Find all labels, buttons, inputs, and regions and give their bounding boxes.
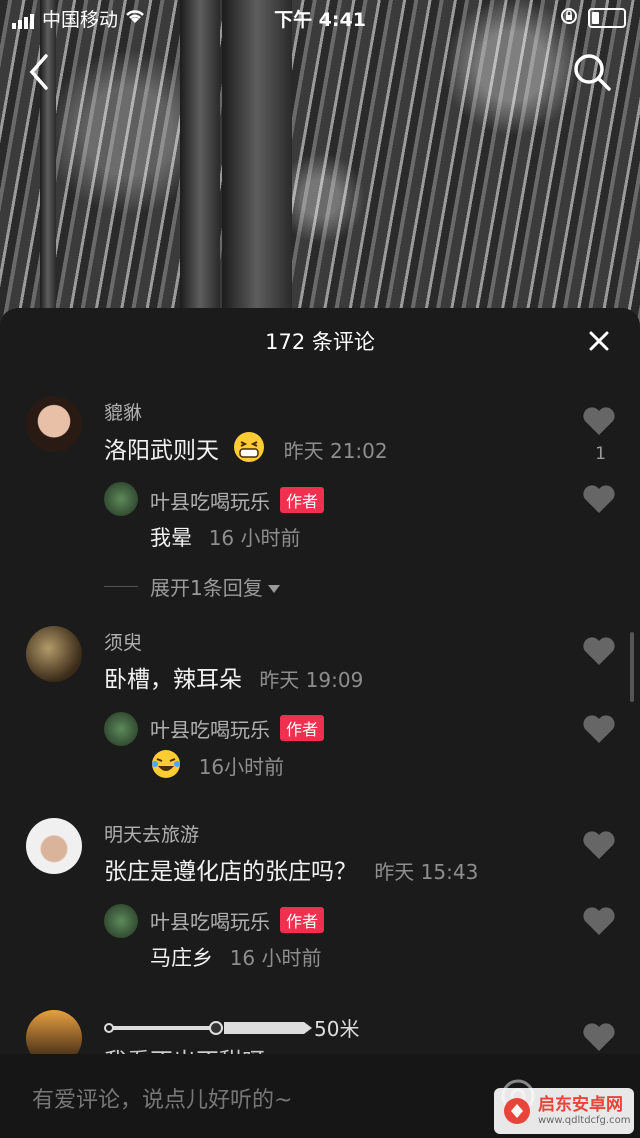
watermark-text: 启东安卓网 bbox=[538, 1095, 623, 1116]
comment-text: 张庄是遵化店的张庄吗？ 昨天 15:43 bbox=[104, 852, 478, 886]
like-button[interactable] bbox=[582, 714, 616, 744]
heart-icon bbox=[583, 637, 615, 665]
grin-emoji-icon bbox=[232, 430, 266, 470]
video-background bbox=[0, 0, 640, 330]
caret-down-icon bbox=[267, 575, 281, 599]
reply-username[interactable]: 叶县吃喝玩乐 作者 bbox=[150, 486, 325, 515]
reply-username[interactable]: 叶县吃喝玩乐 作者 bbox=[150, 714, 325, 743]
reply-text: 我晕 16 小时前 bbox=[150, 522, 301, 552]
comment-text: 洛阳武则天 昨天 21:02 bbox=[104, 430, 388, 470]
heart-icon bbox=[583, 1023, 615, 1051]
laugh-cry-emoji-icon bbox=[150, 748, 182, 785]
comment-time: 昨天 15:43 bbox=[374, 860, 479, 884]
reply-time: 16小时前 bbox=[198, 755, 285, 779]
close-icon bbox=[589, 331, 609, 351]
scale-label: 50米 bbox=[314, 1017, 360, 1041]
like-button[interactable] bbox=[582, 830, 616, 860]
author-badge: 作者 bbox=[280, 907, 325, 933]
heart-icon bbox=[583, 485, 615, 513]
heart-icon bbox=[583, 407, 615, 435]
comment-username[interactable]: 明天去旅游 bbox=[104, 820, 199, 847]
expand-label: 展开1条回复 bbox=[150, 576, 263, 600]
logo-icon bbox=[504, 1098, 530, 1124]
status-bar: 中国移动 下午 4:41 bbox=[0, 0, 640, 36]
reply-username-text: 叶县吃喝玩乐 bbox=[150, 490, 270, 514]
comment-input[interactable]: 有爱评论，说点儿好听的~ bbox=[32, 1082, 292, 1114]
reply-text: 16小时前 bbox=[150, 748, 284, 785]
back-button[interactable] bbox=[26, 52, 52, 96]
comment-body: 卧槽，辣耳朵 bbox=[104, 667, 242, 693]
reply-text: 马庄乡 16 小时前 bbox=[150, 942, 322, 972]
like-button[interactable] bbox=[582, 484, 616, 514]
scale-bar-icon bbox=[104, 1020, 312, 1035]
comment-body: 洛阳武则天 bbox=[104, 438, 219, 464]
tree-trunk bbox=[180, 0, 220, 310]
reply-username[interactable]: 叶县吃喝玩乐 作者 bbox=[150, 906, 325, 935]
wifi-icon bbox=[124, 7, 146, 29]
orientation-lock-icon bbox=[560, 7, 578, 30]
comment-count-title: 172 条评论 bbox=[265, 330, 375, 354]
partial-comment-text: 我看不出不甜呀 bbox=[104, 1042, 265, 1054]
divider bbox=[104, 586, 138, 587]
author-badge: 作者 bbox=[280, 487, 325, 513]
reply-avatar[interactable] bbox=[104, 904, 138, 938]
battery-icon bbox=[588, 8, 626, 28]
chevron-left-icon bbox=[26, 54, 52, 96]
reply-avatar[interactable] bbox=[104, 712, 138, 746]
like-button[interactable] bbox=[582, 1022, 616, 1052]
sheet-header: 172 条评论 bbox=[0, 308, 640, 374]
comment-time: 昨天 19:09 bbox=[259, 668, 364, 692]
comment-text: 卧槽，辣耳朵 昨天 19:09 bbox=[104, 660, 363, 694]
reply-body: 我晕 bbox=[150, 526, 192, 550]
like-button[interactable] bbox=[582, 406, 616, 436]
comment-username[interactable]: 貔貅 bbox=[104, 398, 142, 425]
clock: 下午 4:41 bbox=[274, 8, 366, 31]
avatar[interactable] bbox=[26, 818, 82, 874]
carrier-label: 中国移动 bbox=[42, 8, 119, 31]
close-button[interactable] bbox=[586, 328, 612, 354]
avatar[interactable] bbox=[26, 626, 82, 682]
like-button[interactable] bbox=[582, 906, 616, 936]
scrollbar[interactable] bbox=[630, 632, 634, 702]
reply-body: 马庄乡 bbox=[150, 946, 213, 970]
watermark-url: www.qdltdcfg.com bbox=[538, 1114, 631, 1126]
reply-username-text: 叶县吃喝玩乐 bbox=[150, 910, 270, 934]
like-button[interactable] bbox=[582, 636, 616, 666]
comment-body: 张庄是遵化店的张庄吗？ bbox=[104, 859, 357, 885]
expand-replies-button[interactable]: 展开1条回复 bbox=[104, 572, 281, 601]
signal-icon bbox=[12, 7, 36, 29]
reply-time: 16 小时前 bbox=[229, 946, 322, 970]
comment-time: 昨天 21:02 bbox=[283, 439, 388, 463]
tree-trunk bbox=[222, 0, 292, 310]
reply-username-text: 叶县吃喝玩乐 bbox=[150, 718, 270, 742]
heart-icon bbox=[583, 907, 615, 935]
search-button[interactable] bbox=[572, 52, 612, 96]
comment-username[interactable]: 须臾 bbox=[104, 628, 142, 655]
reply-time: 16 小时前 bbox=[208, 526, 301, 550]
like-count: 1 bbox=[595, 444, 606, 464]
author-badge: 作者 bbox=[280, 715, 325, 741]
heart-icon bbox=[583, 715, 615, 743]
heart-icon bbox=[583, 831, 615, 859]
watermark-logo: 启东安卓网 www.qdltdcfg.com bbox=[494, 1088, 634, 1134]
tree-trunk bbox=[40, 0, 56, 310]
map-scale: 50米 bbox=[104, 1013, 359, 1042]
reply-avatar[interactable] bbox=[104, 482, 138, 516]
search-icon bbox=[572, 54, 612, 96]
avatar[interactable] bbox=[26, 396, 82, 452]
